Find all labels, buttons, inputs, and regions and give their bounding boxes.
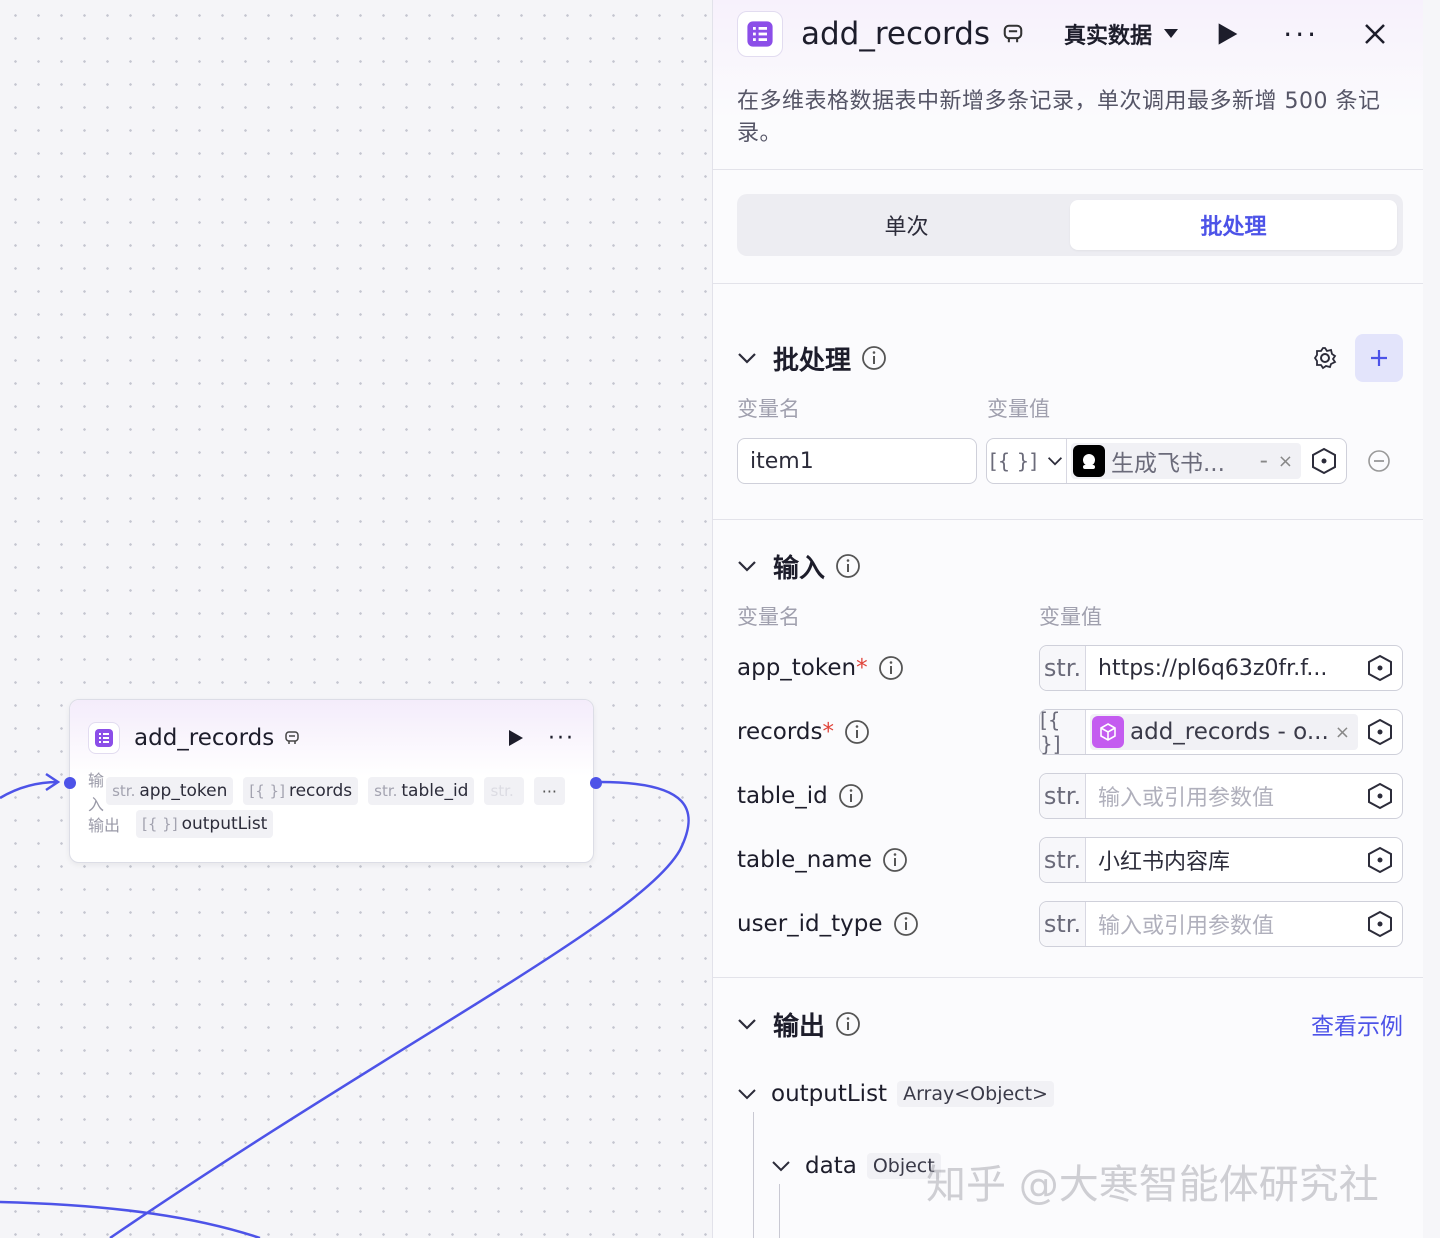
- panel-title[interactable]: add_records: [801, 16, 990, 52]
- node-config-panel: add_records 真实数据 ··· 在多维表格数据表中新增多条记录，单次调…: [712, 0, 1423, 1238]
- node-title: add_records: [134, 725, 275, 751]
- info-icon[interactable]: [844, 719, 870, 745]
- plugin-badge-icon: [1003, 24, 1023, 43]
- run-icon[interactable]: [508, 729, 524, 747]
- more-icon[interactable]: ···: [548, 726, 575, 751]
- info-icon[interactable]: [882, 847, 908, 873]
- tree-guide-line: [753, 1112, 754, 1238]
- info-icon[interactable]: [878, 655, 904, 681]
- item-name-input[interactable]: item1: [737, 438, 977, 484]
- output-title: 输出: [773, 1011, 826, 1042]
- reference-chip[interactable]: add_records - o... ×: [1090, 714, 1358, 750]
- chevron-down-icon[interactable]: [737, 1088, 757, 1100]
- input-title: 输入: [773, 553, 826, 584]
- batch-section: 批处理 变量名 变量值 item1 [{ }] 生成飞书... - ×: [713, 284, 1423, 520]
- type-selector[interactable]: [{ }]: [987, 439, 1067, 483]
- input-chip: str. table_id: [368, 777, 475, 805]
- more-inputs-button[interactable]: ···: [533, 777, 565, 805]
- reference-chip[interactable]: 生成飞书... - ×: [1071, 443, 1301, 479]
- cube-icon: [1092, 716, 1124, 748]
- view-example-link[interactable]: 查看示例: [1311, 1007, 1403, 1041]
- tab-batch[interactable]: 批处理: [1070, 200, 1397, 250]
- more-icon[interactable]: ···: [1283, 18, 1319, 51]
- input-row-table-name: table_name str. 小红书内容库: [737, 828, 1403, 892]
- outputs-label: 输出: [88, 816, 121, 835]
- table-name-field[interactable]: str. 小红书内容库: [1039, 837, 1403, 883]
- plugin-badge-icon: [285, 731, 299, 744]
- input-chip: str. app_token: [106, 777, 234, 805]
- column-name-label: 变量名: [737, 397, 800, 421]
- table-id-field[interactable]: str. 输入或引用参数值: [1039, 773, 1403, 819]
- add-button[interactable]: [1355, 334, 1403, 382]
- input-row-user-id-type: user_id_type str. 输入或引用参数值: [737, 892, 1403, 956]
- input-section: 输入 变量名 变量值 app_token * str. https://pl6q6…: [713, 520, 1423, 978]
- output-port[interactable]: [590, 777, 602, 789]
- plus-icon: [1371, 350, 1387, 366]
- data-mode-dropdown[interactable]: 真实数据: [1064, 18, 1179, 50]
- required-mark: *: [822, 719, 834, 745]
- close-icon[interactable]: [1363, 22, 1387, 46]
- variable-ref-icon[interactable]: [1366, 654, 1394, 682]
- chevron-down-icon[interactable]: [737, 352, 757, 364]
- variable-ref-icon[interactable]: [1310, 447, 1338, 475]
- input-chip: [{ }] records: [243, 777, 359, 805]
- column-name-label: 变量名: [737, 605, 800, 629]
- workflow-canvas[interactable]: add_records ··· 输入 str. app_token [{ }] re…: [0, 0, 712, 1238]
- chevron-down-icon[interactable]: [737, 560, 757, 572]
- info-icon[interactable]: [861, 345, 887, 371]
- user-id-type-field[interactable]: str. 输入或引用参数值: [1039, 901, 1403, 947]
- clear-icon[interactable]: ×: [1278, 451, 1293, 472]
- input-row-table-id: table_id str. 输入或引用参数值: [737, 764, 1403, 828]
- column-value-label: 变量值: [1039, 605, 1102, 629]
- info-icon[interactable]: [893, 911, 919, 937]
- remove-icon[interactable]: [1367, 449, 1391, 473]
- data-mode-label: 真实数据: [1064, 24, 1153, 49]
- input-row-app-token: app_token * str. https://pl6q63z0fr.f...: [737, 636, 1403, 700]
- chevron-down-icon: [1048, 457, 1063, 466]
- inputs-label: 输入: [88, 771, 105, 814]
- column-value-label: 变量值: [987, 397, 1050, 421]
- chevron-down-icon[interactable]: [771, 1160, 791, 1172]
- variable-ref-icon[interactable]: [1366, 910, 1394, 938]
- batch-title: 批处理: [773, 345, 852, 376]
- records-field[interactable]: [{ }] add_records - o... ×: [1039, 708, 1403, 756]
- info-icon[interactable]: [835, 553, 861, 579]
- item-value-field[interactable]: [{ }] 生成飞书... - ×: [986, 438, 1347, 484]
- tab-single[interactable]: 单次: [743, 200, 1070, 250]
- mode-tabs: 单次 批处理: [737, 194, 1403, 256]
- table-icon: [88, 722, 120, 754]
- tree-guide-line: [779, 1184, 780, 1238]
- variable-ref-icon[interactable]: [1366, 846, 1394, 874]
- tree-row: outputList Array<Object>: [737, 1072, 1403, 1116]
- bot-avatar-icon: [1073, 445, 1105, 477]
- bottom-wire: [0, 1200, 261, 1238]
- run-icon[interactable]: [1217, 22, 1239, 46]
- app-token-field[interactable]: str. https://pl6q63z0fr.f...: [1039, 645, 1403, 691]
- info-icon[interactable]: [838, 783, 864, 809]
- variable-ref-icon[interactable]: [1366, 718, 1394, 746]
- panel-description: 在多维表格数据表中新增多条记录，单次调用最多新增 500 条记录。: [737, 89, 1381, 146]
- input-port[interactable]: [64, 777, 76, 789]
- caret-down-icon: [1164, 29, 1179, 38]
- add-records-node[interactable]: add_records ··· 输入 str. app_token [{ }] re…: [69, 699, 594, 863]
- table-icon: [737, 11, 783, 57]
- clear-icon[interactable]: ×: [1335, 722, 1350, 743]
- input-chip: str.: [484, 777, 524, 805]
- variable-ref-icon[interactable]: [1366, 782, 1394, 810]
- node-inputs-row: 输入 str. app_token [{ }] records str. table_…: [70, 771, 593, 814]
- gear-icon[interactable]: [1313, 346, 1337, 370]
- node-outputs-row: 输出 [{ }] outputList: [70, 806, 593, 842]
- required-mark: *: [856, 655, 868, 681]
- connection-wires: [0, 772, 690, 1238]
- input-row-records: records * [{ }] add_records - o... ×: [737, 700, 1403, 764]
- output-chip: [{ }] outputList: [136, 810, 274, 838]
- panel-header: add_records 真实数据 ··· 在多维表格数据表中新增多条记录，单次调…: [713, 0, 1423, 170]
- chevron-down-icon[interactable]: [737, 1018, 757, 1030]
- node-header: add_records ···: [70, 700, 593, 776]
- incoming-wire: [0, 780, 59, 800]
- watermark: 知乎 @大寒智能体研究社: [926, 1162, 1379, 1208]
- info-icon[interactable]: [835, 1011, 861, 1037]
